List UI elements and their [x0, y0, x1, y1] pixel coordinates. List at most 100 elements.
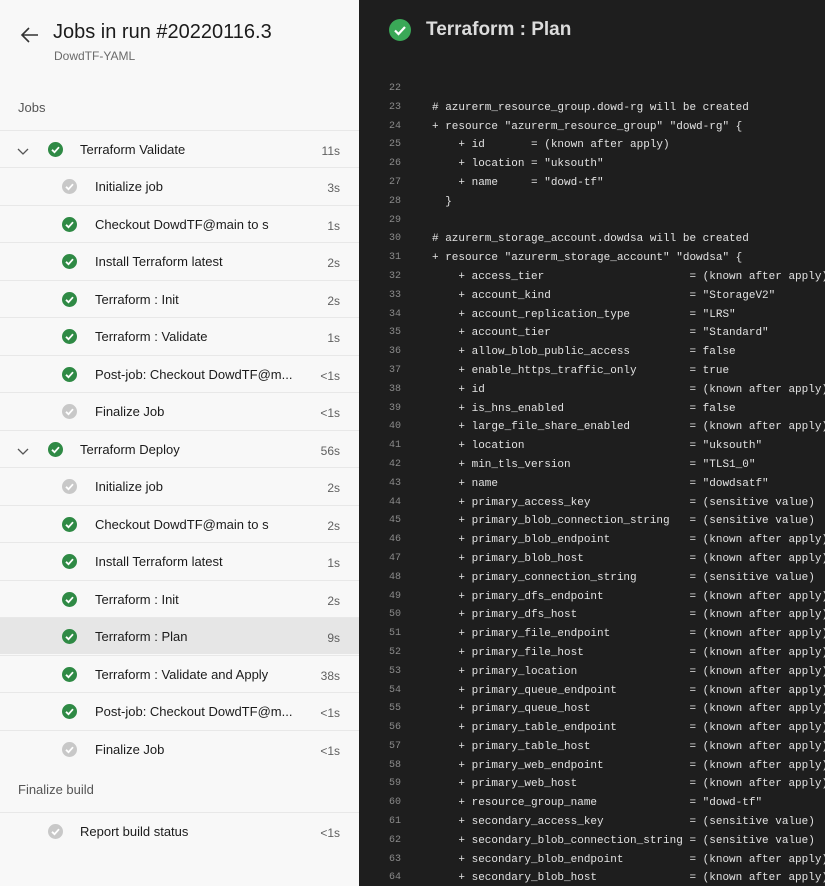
step-row[interactable]: Checkout DowdTF@main to s 1s	[0, 205, 359, 242]
log-line-number: 28	[388, 195, 401, 207]
succeeded-check-icon	[62, 592, 77, 607]
succeeded-check-icon	[62, 254, 77, 269]
log-line-number: 47	[388, 552, 401, 564]
succeeded-check-icon	[48, 442, 63, 457]
step-row[interactable]: Terraform : Init 2s	[0, 580, 359, 617]
log-line-number: 46	[388, 534, 401, 546]
step-row[interactable]: Post-job: Checkout DowdTF@m... <1s	[0, 355, 359, 392]
log-line-text: + primary_blob_connection_string = (sens…	[432, 515, 815, 528]
log-line-text: + id = (known after apply)	[432, 383, 825, 396]
row-label: Checkout DowdTF@main to s	[95, 217, 269, 232]
log-line-text: + primary_access_key = (sensitive value)	[432, 496, 815, 509]
row-duration: 1s	[327, 556, 340, 570]
succeeded-check-icon	[62, 367, 77, 382]
log-line-number: 62	[388, 834, 401, 846]
log-line-number: 25	[388, 139, 401, 151]
log-line-number: 59	[388, 778, 401, 790]
log-line-text: + location = "uksouth"	[432, 440, 763, 453]
log-line-number: 58	[388, 759, 401, 771]
step-row[interactable]: Post-job: Checkout DowdTF@m... <1s	[0, 692, 359, 729]
log-line: 41 + location = "uksouth"	[359, 437, 825, 456]
log-line: 24 + resource "azurerm_resource_group" "d…	[359, 118, 825, 137]
log-line-text: + resource_group_name = "dowd-tf"	[432, 797, 763, 810]
log-line-number: 30	[388, 233, 401, 245]
row-label: Finalize Job	[95, 404, 165, 419]
step-row[interactable]: Finalize Job <1s	[0, 392, 359, 429]
row-duration: <1s	[320, 706, 340, 720]
step-row[interactable]: Terraform : Validate and Apply 38s	[0, 655, 359, 692]
log-line: 31 + resource "azurerm_storage_account" "…	[359, 249, 825, 268]
log-line: 37 + enable_https_traffic_only = true	[359, 362, 825, 381]
log-line-text: + enable_https_traffic_only = true	[432, 364, 730, 377]
log-line-number: 23	[388, 101, 401, 113]
log-line: 27 + name = "dowd-tf"	[359, 174, 825, 193]
log-line-number: 45	[388, 515, 401, 527]
step-row[interactable]: Install Terraform latest 1s	[0, 542, 359, 579]
row-duration: 1s	[327, 219, 340, 233]
finalize-section-heading: Finalize build	[18, 782, 94, 797]
log-line: 58 + primary_web_endpoint = (known after…	[359, 757, 825, 776]
row-duration: <1s	[320, 826, 340, 840]
back-arrow-icon[interactable]	[20, 24, 40, 46]
chevron-down-icon[interactable]	[16, 444, 30, 455]
skipped-check-icon	[62, 479, 77, 494]
succeeded-check-icon	[62, 629, 77, 644]
row-label: Initialize job	[95, 179, 163, 194]
row-duration: 56s	[320, 444, 340, 458]
log-line: 30 # azurerm_storage_account.dowdsa will …	[359, 230, 825, 249]
log-line-number: 40	[388, 421, 401, 433]
log-line: 22	[359, 80, 825, 99]
log-line-text: + primary_location = (known after apply)	[432, 665, 825, 678]
log-line-text: + primary_file_endpoint = (known after a…	[432, 628, 825, 641]
log-line-text: + primary_queue_endpoint = (known after …	[432, 684, 825, 697]
step-row[interactable]: Terraform : Validate 1s	[0, 317, 359, 354]
log-line: 34 + account_replication_type = "LRS"	[359, 306, 825, 325]
log-line-text: + is_hns_enabled = false	[432, 402, 736, 415]
step-row[interactable]: Checkout DowdTF@main to s 2s	[0, 505, 359, 542]
log-line: 23 # azurerm_resource_group.dowd-rg will …	[359, 99, 825, 118]
chevron-down-icon[interactable]	[16, 144, 30, 155]
succeeded-check-icon	[62, 704, 77, 719]
log-line-text: + account_replication_type = "LRS"	[432, 308, 736, 321]
log-line-number: 48	[388, 571, 401, 583]
log-line: 38 + id = (known after apply)	[359, 381, 825, 400]
job-row[interactable]: Terraform Validate 11s	[0, 130, 359, 167]
log-line: 45 + primary_blob_connection_string = (s…	[359, 512, 825, 531]
skipped-check-icon	[62, 742, 77, 757]
row-duration: 2s	[327, 256, 340, 270]
step-row[interactable]: Terraform : Plan 9s	[0, 617, 359, 654]
row-duration: 2s	[327, 481, 340, 495]
log-line-number: 53	[388, 665, 401, 677]
log-line-number: 63	[388, 853, 401, 865]
log-line-number: 34	[388, 308, 401, 320]
log-line: 46 + primary_blob_endpoint = (known afte…	[359, 531, 825, 550]
finalize-step-row[interactable]: Report build status <1s	[0, 812, 359, 849]
skipped-check-icon	[62, 179, 77, 194]
step-row[interactable]: Terraform : Init 2s	[0, 280, 359, 317]
jobs-section-heading: Jobs	[18, 100, 46, 115]
log-line: 25 + id = (known after apply)	[359, 136, 825, 155]
log-line-text: # azurerm_resource_group.dowd-rg will be…	[432, 101, 749, 114]
row-label: Terraform : Init	[95, 592, 179, 607]
log-line-number: 36	[388, 346, 401, 358]
log-line: 26 + location = "uksouth"	[359, 155, 825, 174]
row-duration: 11s	[321, 144, 340, 158]
log-line-text: + resource "azurerm_storage_account" "do…	[432, 252, 743, 265]
succeeded-check-icon	[48, 142, 63, 157]
log-output[interactable]: 22 23 # azurerm_resource_group.dowd-rg wil…	[359, 80, 825, 886]
log-line-number: 60	[388, 797, 401, 809]
step-row[interactable]: Initialize job 3s	[0, 167, 359, 204]
log-line: 52 + primary_file_host = (known after ap…	[359, 644, 825, 663]
step-row[interactable]: Initialize job 2s	[0, 467, 359, 504]
step-row[interactable]: Install Terraform latest 2s	[0, 242, 359, 279]
log-line-number: 57	[388, 740, 401, 752]
step-row[interactable]: Finalize Job <1s	[0, 730, 359, 767]
job-row[interactable]: Terraform Deploy 56s	[0, 430, 359, 467]
log-line-text: + primary_table_host = (known after appl…	[432, 740, 825, 753]
row-label: Post-job: Checkout DowdTF@m...	[95, 367, 293, 382]
row-label: Checkout DowdTF@main to s	[95, 517, 269, 532]
log-line-text: + primary_table_endpoint = (known after …	[432, 722, 825, 735]
log-line-text: + primary_blob_host = (known after apply…	[432, 552, 825, 565]
log-line-number: 52	[388, 646, 401, 658]
log-line-text: + account_kind = "StorageV2"	[432, 289, 776, 302]
